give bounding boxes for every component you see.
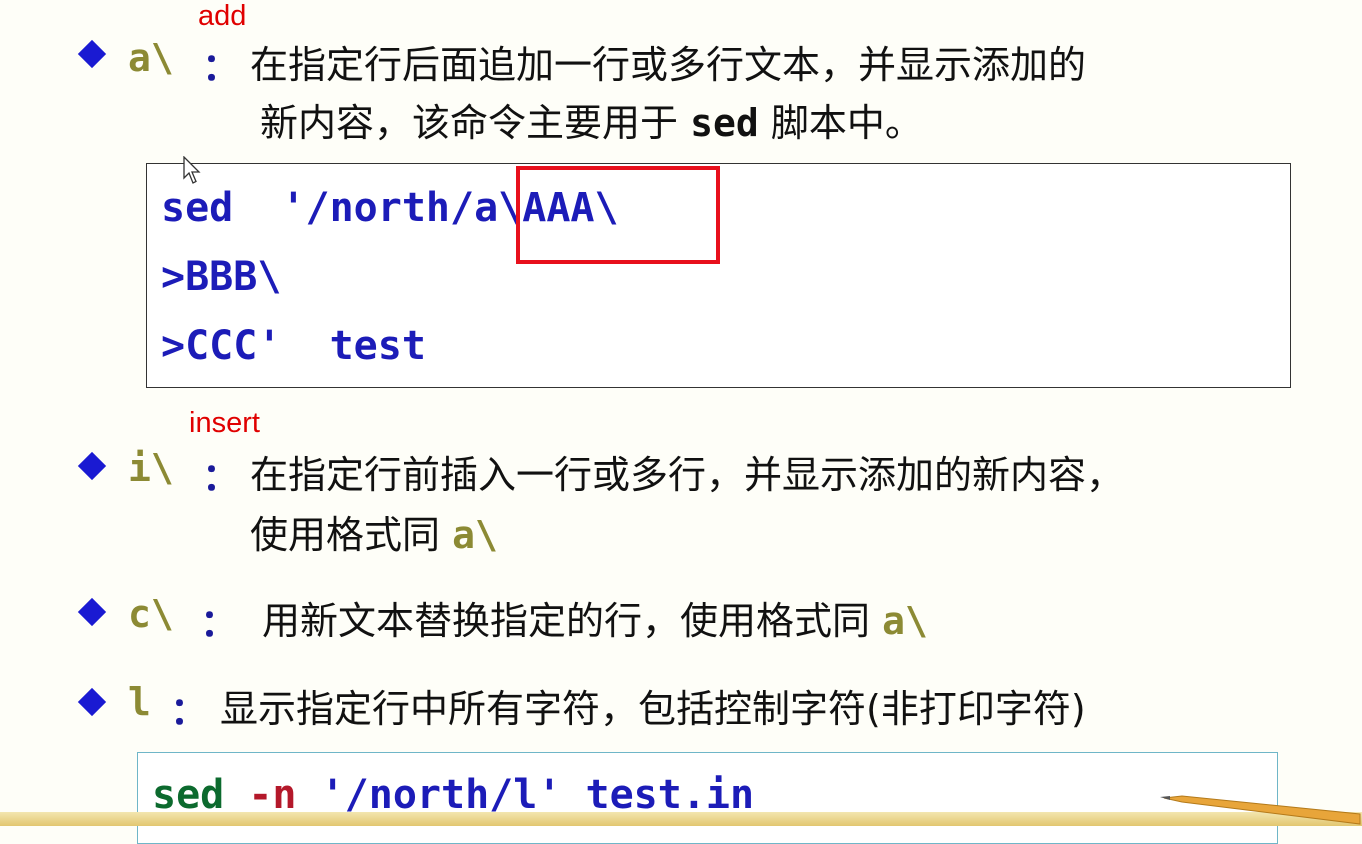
change-desc-cmd: a\ xyxy=(882,599,928,643)
diamond-bullet-icon xyxy=(77,39,107,69)
diamond-bullet-icon xyxy=(77,687,107,717)
separator: ： xyxy=(202,455,241,499)
command-a: a\ xyxy=(128,36,174,80)
code-line: >BBB\ xyxy=(161,254,282,300)
bottom-decoration xyxy=(0,812,1362,826)
mouse-cursor-icon xyxy=(183,156,201,184)
append-desc-line1: 在指定行后面追加一行或多行文本，并显示添加的 xyxy=(250,43,1087,87)
highlight-rectangle xyxy=(516,166,720,264)
insert-desc-line1: 在指定行前插入一行或多行，并显示添加的新内容， xyxy=(250,453,1125,497)
command-l: l xyxy=(128,680,151,724)
append-desc-line2: 新内容，该命令主要用于 sed 脚本中。 xyxy=(260,92,923,147)
separator: ： xyxy=(202,45,241,89)
separator: ： xyxy=(200,601,239,645)
append-desc-tail: 脚本中。 xyxy=(758,101,923,145)
append-desc-sed: sed xyxy=(690,101,759,145)
insert-desc-text: 使用格式同 xyxy=(250,513,453,557)
separator: ： xyxy=(170,689,209,733)
annotation-insert: insert xyxy=(189,407,260,439)
append-desc-text: 新内容，该命令主要用于 xyxy=(260,101,691,145)
list-desc-line1: 显示指定行中所有字符，包括控制字符(非打印字符) xyxy=(220,687,1086,731)
insert-desc-cmd: a\ xyxy=(452,513,498,557)
annotation-add: add xyxy=(198,0,247,32)
code-block-list: sed -n '/north/l' test.in xyxy=(137,752,1278,844)
diamond-bullet-icon xyxy=(77,597,107,627)
change-desc-line1: 用新文本替换指定的行，使用格式同 a\ xyxy=(262,590,928,645)
pencil-icon xyxy=(1160,795,1361,825)
diamond-bullet-icon xyxy=(77,451,107,481)
insert-desc-line2: 使用格式同 a\ xyxy=(250,504,498,559)
command-c: c\ xyxy=(128,592,174,636)
change-desc-text: 用新文本替换指定的行，使用格式同 xyxy=(262,599,883,643)
command-i: i\ xyxy=(128,446,174,490)
code-line: >CCC' test xyxy=(161,323,426,369)
